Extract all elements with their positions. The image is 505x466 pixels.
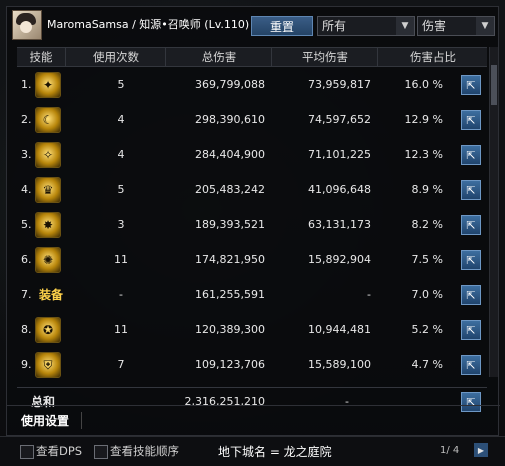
damage-share: 8.2 % [411,218,443,231]
total-damage: 109,123,706 [195,358,265,371]
skill-icon-3: ✧ [35,142,61,168]
skill-icon-2: ☾ [35,107,61,133]
use-count: 4 [117,113,125,126]
character-title: MaromaSamsa / 知源•召唤师 (Lv.110) [47,18,250,31]
panel-header: MaromaSamsa / 知源•召唤师 (Lv.110) 重置 所有 ▼ 伤害… [7,7,498,41]
skill-icon-6: ✺ [35,247,61,273]
average-damage: 15,589,100 [308,358,371,371]
check-order-checkbox[interactable] [94,445,108,459]
damage-share: 4.7 % [411,358,443,371]
total-damage: 205,483,242 [195,183,265,196]
chevron-down-icon: ▼ [476,17,494,35]
character-avatar [12,10,42,40]
average-damage: 15,892,904 [308,253,371,266]
rank-number: 7. [21,288,32,301]
damage-share: 12.3 % [404,148,443,161]
panel-footer: 使用设置 [7,405,500,436]
use-count: 11 [114,323,128,336]
damage-share: 16.0 % [404,78,443,91]
chevron-down-icon: ▼ [396,17,414,35]
check-dps-checkbox[interactable] [20,445,34,459]
share-icon[interactable]: ⇱ [461,285,481,305]
filter-select[interactable]: 所有 ▼ [317,16,415,36]
average-damage: 63,131,173 [308,218,371,231]
column-header-share: 伤害占比 [377,48,488,66]
skill-icon-8: ✪ [35,317,61,343]
table-row: 4. ♛ 5 205,483,242 41,096,648 8.9 % ⇱ [17,174,487,206]
table-row: 7. 装备 - 161,255,591 - 7.0 % ⇱ [17,279,487,311]
average-damage: - [367,288,371,301]
table-row: 2. ☾ 4 298,390,610 74,597,652 12.9 % ⇱ [17,104,487,136]
filter-select-value: 所有 [322,19,347,33]
average-damage: 74,597,652 [308,113,371,126]
total-damage: 174,821,950 [195,253,265,266]
column-header-count: 使用次数 [65,48,166,66]
share-icon[interactable]: ⇱ [461,145,481,165]
use-count: 5 [117,78,125,91]
total-damage: 120,389,300 [195,323,265,336]
share-icon[interactable]: ⇱ [461,215,481,235]
share-icon[interactable]: ⇱ [461,110,481,130]
next-page-icon[interactable]: ▶ [474,443,488,457]
share-icon[interactable]: ⇱ [461,320,481,340]
check-dps-label: 查看DPS [36,444,83,458]
total-damage: 298,390,610 [195,113,265,126]
table-scrollbar[interactable] [489,47,498,377]
table-row: 1. ✦ 5 369,799,088 73,959,817 16.0 % ⇱ [17,69,487,101]
damage-stats-panel: MaromaSamsa / 知源•召唤师 (Lv.110) 重置 所有 ▼ 伤害… [6,6,500,436]
average-damage: 10,944,481 [308,323,371,336]
check-order-label: 查看技能顺序 [110,444,179,458]
use-count: - [119,288,123,301]
scrollbar-thumb[interactable] [491,65,497,105]
total-damage: 284,404,900 [195,148,265,161]
damage-share: 12.9 % [404,113,443,126]
skill-icon-5: ✸ [35,212,61,238]
average-damage: 71,101,225 [308,148,371,161]
dungeon-name: 地下城名 = 龙之庭院 [218,445,332,459]
use-count: 11 [114,253,128,266]
total-damage: 161,255,591 [195,288,265,301]
total-damage: 189,393,521 [195,218,265,231]
table-row: 9. ⛨ 7 109,123,706 15,589,100 4.7 % ⇱ [17,349,487,381]
average-damage: 73,959,817 [308,78,371,91]
damage-share: 7.5 % [411,253,443,266]
column-header-avg: 平均伤害 [271,48,378,66]
use-count: 3 [117,218,125,231]
column-header-total: 总伤害 [165,48,272,66]
total-damage: 369,799,088 [195,78,265,91]
table-row: 8. ✪ 11 120,389,300 10,944,481 5.2 % ⇱ [17,314,487,346]
use-count: 4 [117,148,125,161]
use-settings-tab[interactable]: 使用设置 [21,412,83,429]
metric-select-value: 伤害 [422,19,447,33]
table-row: 5. ✸ 3 189,393,521 63,131,173 8.2 % ⇱ [17,209,487,241]
table-header: 技能 使用次数 总伤害 平均伤害 伤害占比 [17,47,487,67]
share-icon[interactable]: ⇱ [461,250,481,270]
column-header-skill: 技能 [29,50,53,64]
skill-icon-4: ♛ [35,177,61,203]
reset-button[interactable]: 重置 [251,16,313,36]
share-icon[interactable]: ⇱ [461,355,481,375]
use-count: 7 [117,358,125,371]
use-count: 5 [117,183,125,196]
damage-share: 5.2 % [411,323,443,336]
bottom-bar: 查看DPS 查看技能顺序 地下城名 = 龙之庭院 1/ 4 ▶ [0,436,505,466]
average-damage: 41,096,648 [308,183,371,196]
damage-share: 8.9 % [411,183,443,196]
equipment-label: 装备 [39,288,64,302]
share-icon[interactable]: ⇱ [461,180,481,200]
table-row: 3. ✧ 4 284,404,900 71,101,225 12.3 % ⇱ [17,139,487,171]
page-indicator: 1/ 4 [440,445,460,456]
share-icon[interactable]: ⇱ [461,75,481,95]
skill-icon-1: ✦ [35,72,61,98]
skill-icon-9: ⛨ [35,352,61,378]
table-row: 6. ✺ 11 174,821,950 15,892,904 7.5 % ⇱ [17,244,487,276]
metric-select[interactable]: 伤害 ▼ [417,16,495,36]
damage-share: 7.0 % [411,288,443,301]
